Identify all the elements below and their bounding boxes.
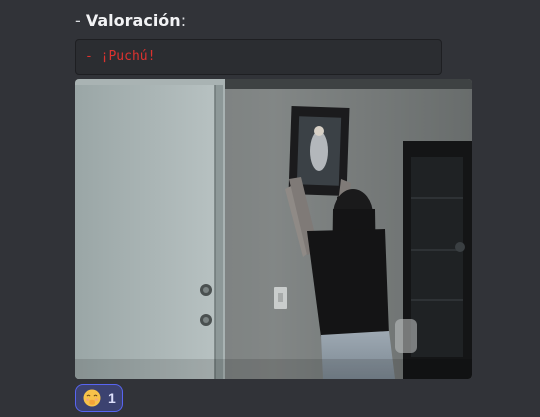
code-text: - ¡Puchú! bbox=[85, 49, 156, 64]
valoracion-prefix: - bbox=[75, 11, 86, 30]
valoracion-colon: : bbox=[180, 11, 187, 30]
attachment-photo bbox=[75, 79, 472, 379]
valoracion-label: Valoración bbox=[85, 11, 181, 30]
reaction-count: 1 bbox=[108, 390, 116, 406]
face-with-hand-over-mouth-icon bbox=[83, 389, 101, 407]
image-attachment[interactable] bbox=[75, 79, 472, 379]
code-block: - ¡Puchú! bbox=[75, 39, 442, 75]
valoracion-heading: - Valoración: bbox=[75, 10, 186, 32]
reaction-button[interactable]: 1 bbox=[75, 384, 123, 412]
